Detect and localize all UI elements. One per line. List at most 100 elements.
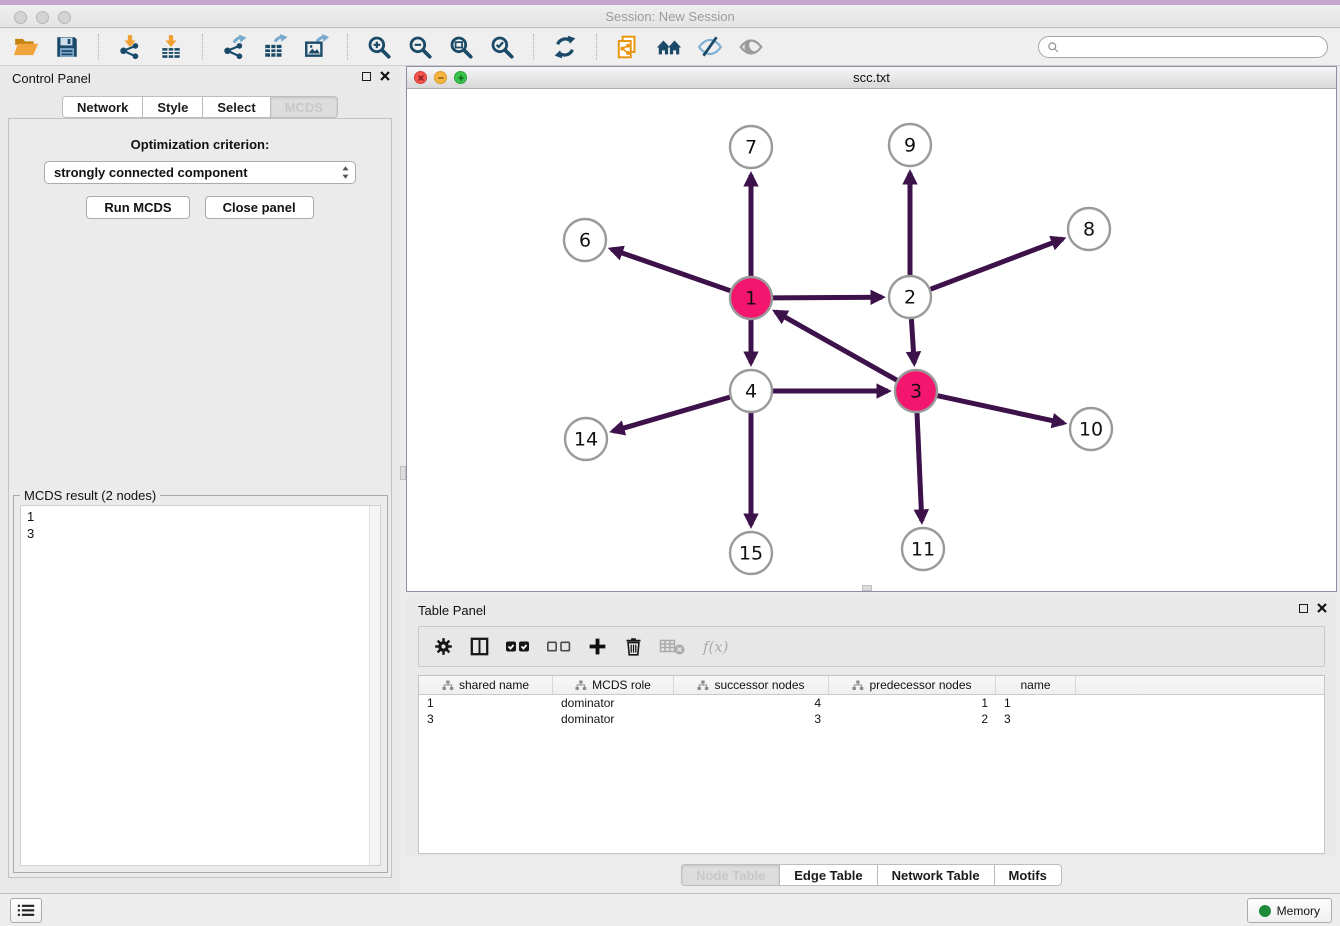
task-history-button[interactable] [10, 898, 42, 923]
deselect-all-rows-button[interactable] [546, 636, 572, 657]
result-scrollbar[interactable] [369, 506, 380, 865]
search-box[interactable] [1038, 36, 1328, 58]
select-all-rows-icon [505, 636, 531, 657]
zoom-out-button[interactable] [406, 33, 434, 61]
graph-node-11[interactable]: 11 [902, 528, 944, 570]
export-network-icon [221, 34, 247, 60]
float-panel-icon[interactable] [362, 72, 371, 81]
close-panel-button[interactable]: Close panel [205, 196, 314, 219]
delete-table-button [659, 636, 685, 657]
tab-network-table[interactable]: Network Table [878, 864, 995, 886]
tab-network[interactable]: Network [62, 96, 143, 118]
table-cell[interactable]: dominator [553, 711, 674, 727]
graph-edge-3-10[interactable] [938, 396, 1064, 423]
tab-motifs[interactable]: Motifs [995, 864, 1062, 886]
add-column-icon [587, 636, 608, 657]
hide-selected-button[interactable] [696, 33, 724, 61]
run-mcds-button[interactable]: Run MCDS [86, 196, 189, 219]
table-cell[interactable]: 4 [674, 695, 829, 711]
graph-edge-2-8[interactable] [931, 239, 1063, 289]
function-builder-button: f(x) [700, 636, 734, 657]
network-window-titlebar[interactable]: scc.txt [407, 67, 1336, 89]
apply-layout-button[interactable] [551, 33, 579, 61]
save-session-button[interactable] [53, 33, 81, 61]
table-cell[interactable]: 1 [829, 695, 996, 711]
column-header-label: MCDS role [592, 678, 651, 692]
memory-button[interactable]: Memory [1247, 898, 1332, 923]
graph-node-4[interactable]: 4 [730, 370, 772, 412]
graph-edge-1-6[interactable] [611, 249, 730, 291]
table-settings-button[interactable] [433, 636, 454, 657]
table-cell[interactable]: 3 [674, 711, 829, 727]
tab-select[interactable]: Select [203, 96, 270, 118]
open-session-button[interactable] [12, 33, 40, 61]
session-title: Session: New Session [0, 5, 1340, 28]
svg-text:4: 4 [745, 381, 757, 403]
houses-icon [656, 34, 682, 60]
table-cell[interactable]: 3 [419, 711, 553, 727]
network-canvas[interactable]: 1 2 3 4 6 7 8 9 10 11 14 15 [407, 89, 1336, 591]
clone-network-button[interactable] [614, 33, 642, 61]
mcds-result-area[interactable]: 13 [20, 505, 381, 866]
import-network-button[interactable] [116, 33, 144, 61]
zoom-fit-button[interactable] [447, 33, 475, 61]
export-network-button[interactable] [220, 33, 248, 61]
graph-node-1[interactable]: 1 [730, 277, 772, 319]
graph-node-15[interactable]: 15 [730, 532, 772, 574]
tab-edge-table[interactable]: Edge Table [780, 864, 877, 886]
zoom-selected-button[interactable] [488, 33, 516, 61]
import-table-button[interactable] [157, 33, 185, 61]
column-header-shared-name[interactable]: shared name [419, 676, 553, 694]
tab-style[interactable]: Style [143, 96, 203, 118]
graph-edge-3-11[interactable] [917, 413, 922, 521]
column-header-successor-nodes[interactable]: successor nodes [674, 676, 829, 694]
graph-node-2[interactable]: 2 [889, 276, 931, 318]
export-table-button[interactable] [261, 33, 289, 61]
select-all-rows-button[interactable] [505, 636, 531, 657]
tree-icon [852, 680, 864, 691]
column-header-MCDS-role[interactable]: MCDS role [553, 676, 674, 694]
export-image-button[interactable] [302, 33, 330, 61]
column-header-predecessor-nodes[interactable]: predecessor nodes [829, 676, 996, 694]
graph-edge-4-14[interactable] [613, 397, 730, 431]
graph-edge-1-2[interactable] [773, 297, 882, 298]
graph-edge-2-3[interactable] [911, 319, 914, 363]
table-cell[interactable]: 1 [996, 695, 1076, 711]
svg-text:9: 9 [904, 135, 916, 157]
graph-node-14[interactable]: 14 [565, 418, 607, 460]
criterion-select[interactable]: strongly connected component [44, 161, 356, 184]
table-cell[interactable]: 2 [829, 711, 996, 727]
column-header-label: successor nodes [714, 678, 804, 692]
graph-node-8[interactable]: 8 [1068, 208, 1110, 250]
tab-node-table[interactable]: Node Table [681, 864, 780, 886]
delete-column-button[interactable] [623, 636, 644, 657]
table-cell[interactable]: 1 [419, 695, 553, 711]
graph-node-3[interactable]: 3 [895, 370, 937, 412]
graph-node-9[interactable]: 9 [889, 124, 931, 166]
control-panel: Control Panel NetworkStyleSelectMCDS Opt… [0, 66, 400, 890]
close-panel-icon[interactable] [380, 71, 390, 81]
graph-node-6[interactable]: 6 [564, 219, 606, 261]
search-input[interactable] [1064, 40, 1319, 54]
toggle-panel-icon [469, 636, 490, 657]
float-table-panel-icon[interactable] [1299, 604, 1308, 613]
table-cell[interactable]: dominator [553, 695, 674, 711]
toggle-panel-button[interactable] [469, 636, 490, 657]
zoom-in-button[interactable] [365, 33, 393, 61]
houses-button[interactable] [655, 33, 683, 61]
zoom-out-icon [407, 34, 433, 60]
network-view-window: scc.txt 1 2 3 4 6 7 8 9 10 11 14 15 [406, 66, 1337, 592]
tab-mcds[interactable]: MCDS [271, 96, 338, 118]
graph-node-7[interactable]: 7 [730, 126, 772, 168]
table-cell[interactable]: 3 [996, 711, 1076, 727]
mcds-result-node: 1 [27, 508, 374, 525]
table-row[interactable]: 1dominator411 [419, 695, 1324, 711]
svg-text:10: 10 [1079, 419, 1103, 441]
table-row[interactable]: 3dominator323 [419, 711, 1324, 727]
horizontal-splitter-handle[interactable] [862, 585, 872, 591]
close-table-panel-icon[interactable] [1317, 603, 1327, 613]
add-column-button[interactable] [587, 636, 608, 657]
graph-edge-3-1[interactable] [775, 312, 896, 381]
column-header-name[interactable]: name [996, 676, 1076, 694]
graph-node-10[interactable]: 10 [1070, 408, 1112, 450]
